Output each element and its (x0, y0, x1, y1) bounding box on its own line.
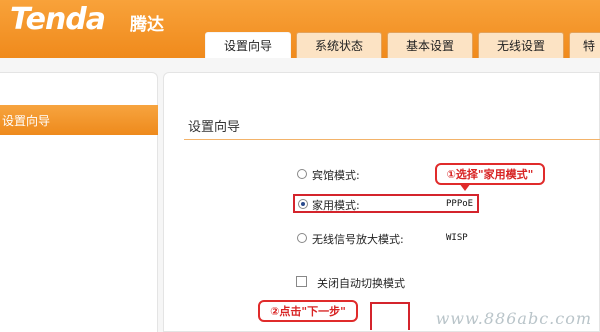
tab-setup-wizard[interactable]: 设置向导 (205, 32, 291, 58)
callout-click-next: ②点击"下一步" (258, 300, 358, 322)
main-panel: 设置向导 ①选择"家用模式" 宾馆模式: 家用模式: PPPoE 无线信号放大模… (163, 72, 600, 332)
highlight-next-button (370, 302, 410, 330)
auto-switch-label: 关闭自动切换模式 (317, 277, 405, 290)
header: Tenda 腾达 设置向导 系统状态 基本设置 无线设置 特 (0, 0, 600, 58)
page-title: 设置向导 (188, 120, 241, 135)
radio-hotel-mode[interactable] (297, 169, 307, 179)
title-divider (184, 139, 600, 140)
sidebar-item-setup-wizard[interactable]: 设置向导 (0, 105, 158, 135)
sidebar: 设置向导 (0, 72, 158, 332)
tab-system-status[interactable]: 系统状态 (296, 32, 382, 58)
tenda-logo: Tenda (10, 2, 106, 37)
tenda-logo-chinese: 腾达 (130, 15, 164, 35)
option-label-home-mode: 家用模式: (312, 199, 360, 212)
radio-home-mode[interactable] (298, 199, 308, 209)
tab-special[interactable]: 特 (569, 32, 600, 58)
option-label-wisp-mode: 无线信号放大模式: (312, 233, 404, 246)
callout-select-home-mode: ①选择"家用模式" (435, 163, 545, 191)
radio-wisp-mode[interactable] (297, 233, 307, 243)
tab-basic-settings[interactable]: 基本设置 (387, 32, 473, 58)
auto-switch-checkbox[interactable] (296, 276, 307, 287)
option-label-hotel-mode: 宾馆模式: (312, 169, 360, 182)
option-value-wisp-mode: WISP (446, 233, 468, 243)
main-tabs: 设置向导 系统状态 基本设置 无线设置 特 (205, 32, 600, 58)
option-value-home-mode: PPPoE (446, 199, 474, 209)
tab-wireless-settings[interactable]: 无线设置 (478, 32, 564, 58)
watermark: www.886abc.com (435, 309, 592, 328)
